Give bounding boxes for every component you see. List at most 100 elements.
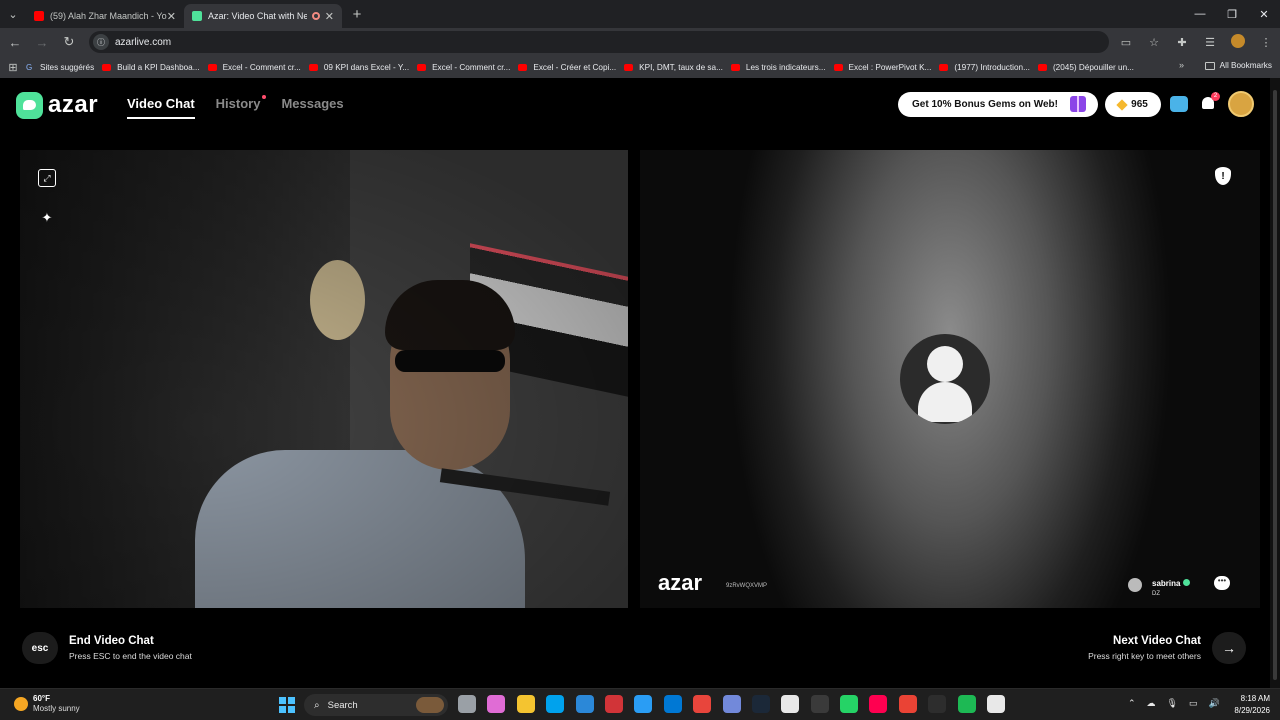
forward-button[interactable]: → [30, 30, 54, 54]
profile-icon[interactable] [1224, 33, 1252, 51]
bookmark-item[interactable]: Excel - Comment cr... [207, 63, 301, 72]
close-window-button[interactable]: ✕ [1248, 0, 1280, 28]
clock-time: 8:18 AM [1240, 694, 1270, 703]
tab-search-icon[interactable]: ⌄ [0, 0, 26, 28]
close-tab-icon[interactable]: ✕ [325, 10, 334, 23]
system-tray: ⌃ ☁ 🎙 ▭ 🔊 [1128, 698, 1231, 709]
taskbar-app-icon[interactable] [575, 695, 594, 713]
gem-balance-button[interactable]: 965 [1105, 92, 1161, 117]
taskbar-app-icon[interactable] [751, 695, 770, 713]
windows-start-icon[interactable] [279, 697, 295, 713]
taskbar-search[interactable]: ⌕ Search [304, 694, 448, 716]
end-chat-esc-button[interactable]: esc [22, 632, 58, 664]
cast-icon[interactable]: ▭ [1112, 36, 1140, 49]
network-icon[interactable]: ▭ [1189, 698, 1198, 709]
volume-icon[interactable]: 🔊 [1209, 698, 1220, 709]
expand-icon[interactable]: ⤢ [38, 169, 56, 187]
all-bookmarks-button[interactable]: All Bookmarks [1204, 61, 1272, 70]
bonus-gems-button[interactable]: Get 10% Bonus Gems on Web! [898, 92, 1098, 117]
taskbar-app-icon[interactable] [987, 695, 1006, 713]
bookmark-item[interactable]: Build a KPI Dashboa... [102, 62, 200, 72]
system-clock[interactable]: 8:18 AM 8/29/2026 [1234, 693, 1270, 717]
bookmark-item[interactable]: Excel - Créer et Copi... [518, 63, 616, 72]
magic-wand-icon[interactable]: ✦ [38, 209, 56, 227]
weather-widget[interactable]: 60°F Mostly sunny [14, 694, 80, 714]
next-chat-hint: Press right key to meet others [1088, 651, 1201, 661]
taskbar-app-icon[interactable] [546, 695, 565, 713]
address-bar[interactable]: ⓘ azarlive.com [89, 31, 1109, 53]
browser-tab-bar: ⌄ (59) Alah Zhar Maandich - YouTube ✕ Az… [0, 0, 1280, 28]
taskbar-app-icon[interactable] [928, 695, 947, 713]
bookmark-star-icon[interactable]: ☆ [1140, 36, 1168, 49]
new-tab-button[interactable]: + [346, 6, 368, 23]
tray-overflow-icon[interactable]: ⌃ [1128, 698, 1136, 709]
youtube-icon [939, 63, 949, 71]
taskbar-app-icon[interactable] [663, 695, 682, 713]
nav-video-chat[interactable]: Video Chat [127, 96, 195, 119]
bookmark-item[interactable]: Excel : PowerPivot K... [833, 62, 932, 72]
back-button[interactable]: ← [3, 30, 27, 54]
peer-info[interactable]: sabrina DZ [1128, 573, 1191, 597]
azar-watermark: azar [658, 570, 703, 595]
taskbar-app-icon[interactable] [604, 695, 623, 713]
nav-messages[interactable]: Messages [281, 96, 343, 119]
youtube-icon [308, 63, 318, 71]
nav-label: Video Chat [127, 96, 195, 111]
site-info-icon[interactable]: ⓘ [93, 34, 109, 50]
user-avatar[interactable] [1228, 91, 1254, 117]
bookmark-item[interactable]: Excel - Comment cr... [417, 63, 510, 72]
azar-logo[interactable]: azar [16, 91, 98, 119]
bookmarks-bar: ⊞ G Sites suggérés Build a KPI Dashboa...… [0, 56, 1280, 78]
reload-button[interactable]: ↻ [57, 30, 81, 54]
microphone-icon[interactable]: 🎙 [1167, 698, 1178, 709]
bookmark-item[interactable]: G Sites suggérés [26, 63, 94, 72]
more-bookmarks-icon[interactable]: » [1179, 60, 1184, 70]
youtube-icon [518, 63, 528, 71]
bookmark-item[interactable]: (2045) Dépouiller un... [1037, 63, 1134, 72]
taskbar-app-icon[interactable] [722, 695, 741, 713]
onedrive-icon[interactable]: ☁ [1147, 698, 1156, 709]
bookmark-item[interactable]: KPI, DMT, taux de sa... [624, 63, 723, 72]
taskbar-app-icon[interactable] [634, 695, 653, 713]
bookmark-label: Sites suggérés [40, 62, 95, 72]
taskbar-app-icon[interactable] [487, 695, 506, 713]
taskbar-app-icon[interactable] [898, 695, 917, 713]
maximize-button[interactable]: ❐ [1216, 0, 1248, 28]
close-tab-icon[interactable]: ✕ [167, 10, 176, 23]
bookmark-item[interactable]: 09 KPI dans Excel - Y... [308, 63, 409, 72]
taskbar-app-icon[interactable] [957, 695, 976, 713]
notifications-bell-icon[interactable]: 2 [1200, 92, 1220, 113]
taskbar-app-icon[interactable] [516, 695, 535, 713]
windows-taskbar: 60°F Mostly sunny ⌕ Search ⌃ ☁ 🎙 ▭ 🔊 8:1… [0, 688, 1280, 720]
end-chat-title: End Video Chat [69, 635, 154, 647]
taskbar-app-icon[interactable] [693, 695, 712, 713]
apps-grid-icon[interactable]: ⊞ [0, 61, 26, 74]
taskbar-app-icon[interactable] [840, 695, 859, 713]
store-icon[interactable] [1170, 96, 1188, 112]
tab-youtube[interactable]: (59) Alah Zhar Maandich - YouTube ✕ [26, 4, 184, 28]
youtube-icon [833, 63, 843, 71]
extensions-icon[interactable]: ✚ [1168, 36, 1196, 49]
bookmark-item[interactable]: Les trois indicateurs... [730, 63, 826, 72]
nav-label: History [215, 96, 261, 111]
taskbar-app-icon[interactable] [810, 695, 829, 713]
peer-country: DZ [1152, 591, 1160, 597]
chat-bubble-icon[interactable]: ••• [1214, 576, 1230, 590]
bookmark-item[interactable]: (1977) Introduction... [939, 63, 1030, 72]
report-shield-icon[interactable]: ! [1215, 167, 1231, 185]
menu-icon[interactable]: ⋮ [1252, 36, 1280, 49]
next-chat-arrow-button[interactable]: → [1212, 632, 1246, 664]
taskbar-app-icon[interactable] [458, 695, 476, 713]
tab-title: Azar: Video Chat with New [208, 11, 307, 21]
tab-azar[interactable]: Azar: Video Chat with New ✕ [184, 4, 342, 28]
page-scrollbar[interactable] [1270, 78, 1280, 688]
taskbar-app-icon[interactable] [869, 695, 888, 713]
gem-count: 965 [1131, 99, 1148, 110]
bookmark-label: Excel : PowerPivot K... [848, 62, 932, 72]
bookmark-label: Build a KPI Dashboa... [117, 62, 200, 72]
reading-list-icon[interactable]: ☰ [1196, 36, 1224, 49]
taskbar-app-icon[interactable] [781, 695, 800, 713]
nav-history[interactable]: History [215, 95, 267, 119]
minimize-button[interactable]: — [1184, 0, 1216, 28]
remote-video-feed: ! azar 9zRvWQXVMP sabrina DZ ••• [640, 150, 1260, 608]
